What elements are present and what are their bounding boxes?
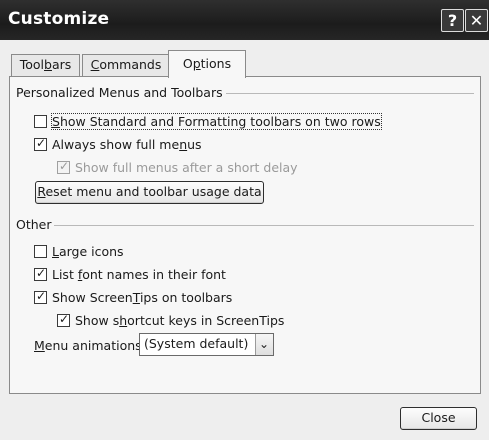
tab-commands[interactable]: Commands <box>82 54 170 76</box>
reset-usage-button[interactable]: Reset menu and toolbar usage data <box>35 181 264 204</box>
checkbox-screentips[interactable]: ✓ <box>34 288 47 304</box>
menu-animations-select[interactable]: (System default) ⌄ <box>139 333 274 356</box>
check-icon: ✓ <box>59 311 70 326</box>
title-bar: Customize ? ✕ <box>0 0 489 40</box>
group-divider <box>54 225 474 226</box>
checkbox-row-screentips[interactable]: ✓ Show ScreenTips on toolbars <box>34 289 232 305</box>
customize-dialog: Customize ? ✕ Toolbars Commands Options … <box>0 0 489 440</box>
checkbox-shortcut-keys[interactable]: ✓ <box>57 311 70 327</box>
dropdown-button[interactable]: ⌄ <box>255 334 273 355</box>
window-title: Customize <box>8 9 110 29</box>
checkbox-row-delay[interactable]: ✓ Show full menus after a short delay <box>57 159 298 175</box>
label-shortcut-keys: Show shortcut keys in ScreenTips <box>75 312 285 328</box>
checkbox-full-menus[interactable]: ✓ <box>34 135 47 151</box>
checkbox-large-icons[interactable] <box>34 244 47 258</box>
menu-animations-value: (System default) <box>144 336 249 351</box>
checkbox-font-names[interactable]: ✓ <box>34 265 47 281</box>
checkbox-two-rows[interactable] <box>34 114 47 128</box>
help-icon[interactable]: ? <box>441 9 464 32</box>
label-font-names: List font names in their font <box>52 266 226 282</box>
group-label-personalized: Personalized Menus and Toolbars <box>16 85 223 100</box>
close-window-icon[interactable]: ✕ <box>465 9 488 32</box>
check-icon: ✓ <box>59 158 70 173</box>
checkbox-row-shortcut-keys[interactable]: ✓ Show shortcut keys in ScreenTips <box>57 312 284 328</box>
checkbox-row-font-names[interactable]: ✓ List font names in their font <box>34 266 226 282</box>
group-divider <box>226 93 474 94</box>
label-full-menus: Always show full menus <box>52 136 202 152</box>
menu-animations-label: Menu animations: <box>34 337 146 353</box>
group-label-other: Other <box>16 217 52 232</box>
tab-toolbars[interactable]: Toolbars <box>11 54 80 76</box>
label-two-rows: Show Standard and Formatting toolbars on… <box>51 112 382 130</box>
checkbox-delay[interactable]: ✓ <box>57 158 70 174</box>
close-button[interactable]: Close <box>400 407 477 430</box>
check-icon: ✓ <box>36 288 47 303</box>
checkbox-row-two-rows[interactable]: Show Standard and Formatting toolbars on… <box>34 112 382 130</box>
check-icon: ✓ <box>36 265 47 280</box>
label-delay: Show full menus after a short delay <box>75 159 298 175</box>
label-large-icons: Large icons <box>52 243 124 259</box>
checkbox-row-full-menus[interactable]: ✓ Always show full menus <box>34 136 202 152</box>
check-icon: ✓ <box>36 135 47 150</box>
checkbox-row-large-icons[interactable]: Large icons <box>34 243 124 259</box>
label-screentips: Show ScreenTips on toolbars <box>52 289 233 305</box>
tab-options[interactable]: Options <box>168 50 246 78</box>
chevron-down-icon: ⌄ <box>259 337 270 351</box>
